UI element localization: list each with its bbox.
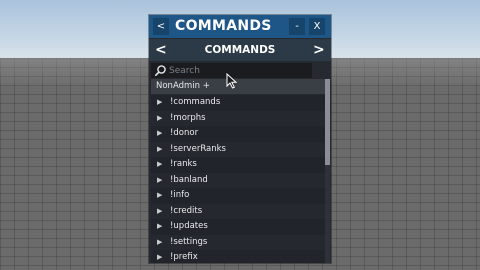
search-icon xyxy=(154,65,166,76)
command-label: !settings xyxy=(170,236,208,247)
command-label: !serverRanks xyxy=(170,143,226,154)
command-label: !donor xyxy=(170,128,199,138)
window-title: COMMANDS xyxy=(175,18,272,34)
triangle-right-icon: ▶ xyxy=(157,175,163,184)
minimize-button[interactable]: - xyxy=(289,18,305,35)
triangle-right-icon: ▶ xyxy=(157,129,163,137)
section-header-nonadmin[interactable]: NonAdmin + xyxy=(151,79,325,94)
command-row[interactable]: ▶ !updates xyxy=(151,219,325,235)
command-row[interactable]: ▶ !morphs xyxy=(151,110,325,126)
command-label: !banland xyxy=(170,174,208,185)
command-label: !prefix xyxy=(170,252,198,262)
scrollbar[interactable] xyxy=(325,79,330,263)
triangle-right-icon: ▶ xyxy=(157,160,163,168)
close-button[interactable]: X xyxy=(309,18,325,35)
triangle-right-icon: ▶ xyxy=(157,237,163,246)
nav-prev-button[interactable]: < xyxy=(155,39,167,61)
back-button[interactable]: < xyxy=(153,18,169,35)
mouse-cursor-icon xyxy=(226,73,238,89)
command-row[interactable]: ▶ !banland xyxy=(151,172,325,188)
command-row[interactable]: ▶ !settings xyxy=(151,234,325,250)
commands-panel: < COMMANDS - X COMMANDS < > NonAdmin + ▶… xyxy=(149,15,331,263)
triangle-right-icon: ▶ xyxy=(157,253,163,261)
command-row[interactable]: ▶ !info xyxy=(151,188,325,204)
command-row[interactable]: ▶ !donor xyxy=(151,126,325,142)
command-label: !info xyxy=(170,190,190,200)
command-label: !updates xyxy=(170,221,208,231)
triangle-right-icon: ▶ xyxy=(157,113,163,122)
triangle-right-icon: ▶ xyxy=(157,206,163,215)
nav-title: COMMANDS xyxy=(204,44,276,56)
command-row[interactable]: ▶ !prefix xyxy=(151,250,325,263)
triangle-right-icon: ▶ xyxy=(157,191,163,199)
title-bar[interactable]: < COMMANDS - X xyxy=(149,15,331,38)
command-label: !credits xyxy=(170,205,203,216)
triangle-right-icon: ▶ xyxy=(157,144,163,153)
minimize-button-label: - xyxy=(295,21,299,32)
command-row[interactable]: ▶ !ranks xyxy=(151,157,325,173)
nav-next-button[interactable]: > xyxy=(313,39,325,61)
command-row[interactable]: ▶ !commands xyxy=(151,95,325,111)
command-label: !ranks xyxy=(170,159,197,169)
back-button-label: < xyxy=(156,21,166,32)
search-input[interactable] xyxy=(169,63,309,78)
scrollbar-thumb[interactable] xyxy=(325,79,330,165)
close-button-label: X xyxy=(313,21,321,32)
command-label: !commands xyxy=(170,97,221,107)
triangle-right-icon: ▶ xyxy=(157,98,163,106)
page-nav-bar: COMMANDS < > xyxy=(149,39,331,61)
command-row[interactable]: ▶ !credits xyxy=(151,203,325,219)
triangle-right-icon: ▶ xyxy=(157,222,163,230)
command-list: ▶ !commands ▶ !morphs ▶ !donor ▶ !serverRanks ▶!… xyxy=(151,95,325,263)
command-label: !morphs xyxy=(170,112,206,123)
command-row[interactable]: ▶ !serverRanks xyxy=(151,141,325,157)
